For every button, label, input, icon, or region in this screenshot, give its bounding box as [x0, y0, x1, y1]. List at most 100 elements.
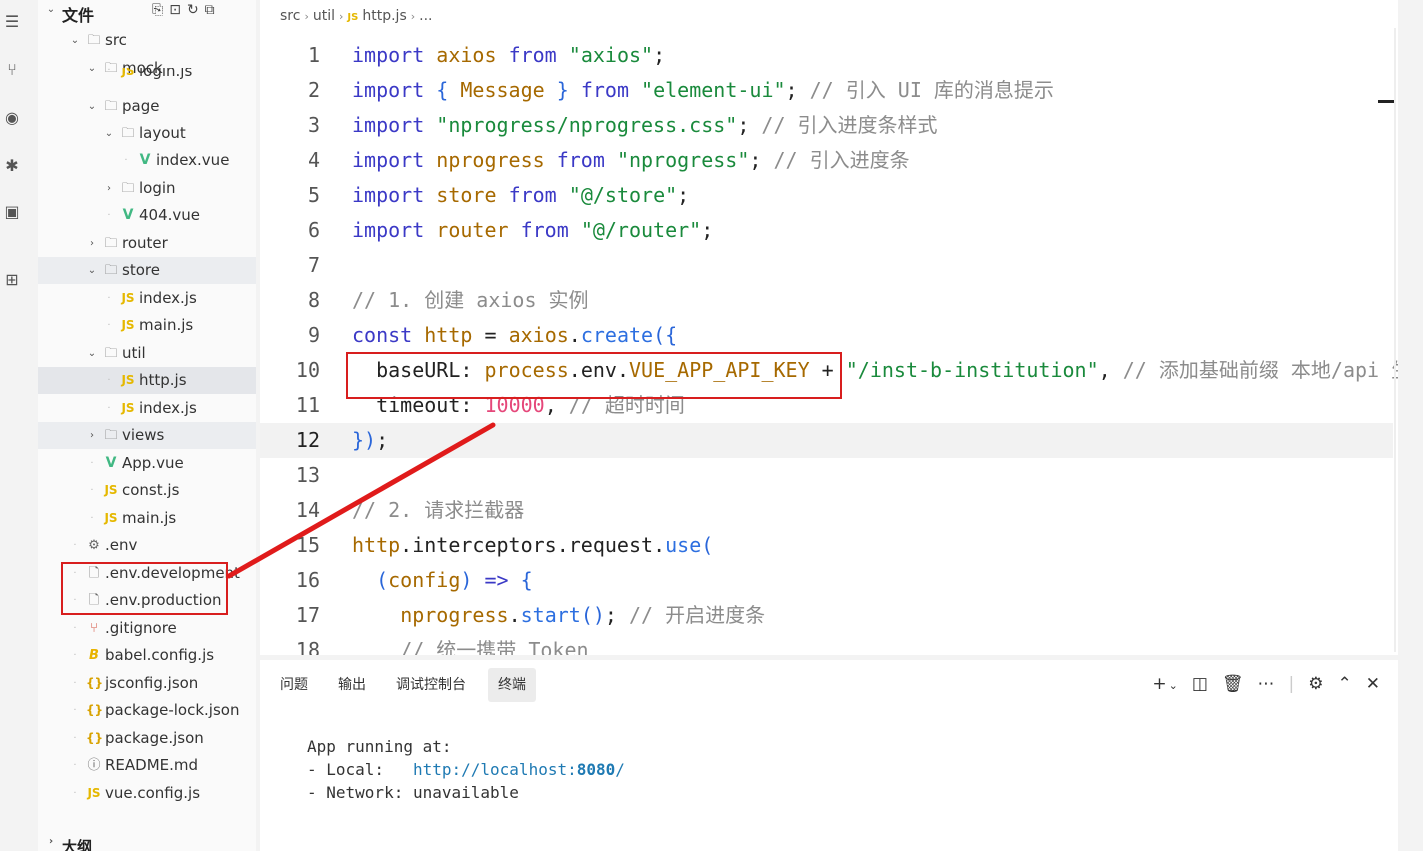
- terminal-network-value: unavailable: [412, 783, 519, 802]
- tree-item[interactable]: · Bbabel.config.js: [38, 642, 256, 669]
- tree-item[interactable]: ⌄ 🗀 util: [38, 340, 256, 367]
- more-icon[interactable]: ⋯: [1258, 674, 1275, 694]
- tree-item[interactable]: ⌄ 🗀 page: [38, 93, 256, 120]
- chevron-right-icon[interactable]: ›: [87, 422, 97, 449]
- tree-item[interactable]: › 🗀 router: [38, 230, 256, 257]
- chevron-down-icon[interactable]: ⌄: [87, 257, 97, 284]
- tree-item[interactable]: · JS index.js: [38, 285, 256, 312]
- tree-item[interactable]: · JS main.js: [38, 505, 256, 532]
- json-icon: {}: [86, 731, 104, 745]
- tree-item[interactable]: · JS vue.config.js: [38, 780, 256, 807]
- chevron-down-icon[interactable]: ⌄: [87, 93, 97, 120]
- split-icon[interactable]: ◫: [1192, 674, 1208, 694]
- trash-icon[interactable]: 🗑: [1222, 674, 1244, 694]
- breadcrumb-item[interactable]: util: [313, 8, 335, 24]
- indent-dot: ·: [90, 458, 94, 469]
- tree-item[interactable]: · JS const.js: [38, 477, 256, 504]
- tree-item[interactable]: · V 404.vue: [38, 202, 256, 229]
- new-file-icon[interactable]: ⎘: [152, 2, 169, 18]
- code-line[interactable]: 14 // 2. 请求拦截器: [260, 493, 1398, 528]
- code-line[interactable]: 12});: [260, 423, 1393, 458]
- folder-icon: 🗀: [87, 33, 101, 48]
- outline-section[interactable]: › 大纲: [38, 834, 256, 851]
- tree-item[interactable]: · ⓘ README.md: [38, 752, 256, 779]
- breadcrumb-item[interactable]: ...: [419, 8, 432, 24]
- code-line[interactable]: 4 import nprogress from "nprogress"; // 引…: [260, 143, 1398, 178]
- tree-item[interactable]: ⌄ 🗀 src: [38, 27, 256, 54]
- code-line[interactable]: 7: [260, 248, 1398, 283]
- collapse-icon[interactable]: ⧉: [205, 2, 221, 18]
- new-folder-icon[interactable]: ⊡: [169, 2, 187, 18]
- tab-output[interactable]: 输出: [328, 668, 376, 702]
- code-line[interactable]: 6 import router from "@/router";: [260, 213, 1398, 248]
- folder-icon: 🗀: [104, 346, 118, 361]
- tree-item[interactable]: · JS login.js: [38, 68, 256, 82]
- editor-scrollbar[interactable]: [1394, 28, 1396, 652]
- code-line[interactable]: 16 (config) => {: [260, 563, 1398, 598]
- tab-problems[interactable]: 问题: [270, 668, 318, 702]
- code-line[interactable]: 2 import { Message } from "element-ui"; /…: [260, 73, 1398, 108]
- settings-icon[interactable]: ⚙: [1308, 674, 1323, 694]
- line-number: 6: [307, 218, 320, 242]
- breadcrumb-item[interactable]: src: [280, 8, 300, 24]
- tree-item-label: src: [105, 31, 127, 49]
- maximize-icon[interactable]: ⌃: [1338, 674, 1352, 694]
- code-line[interactable]: 15 http.interceptors.request.use(: [260, 528, 1398, 563]
- terminal-output[interactable]: App running at: - Local: http://localhos…: [307, 735, 625, 804]
- line-number: 13: [295, 463, 320, 487]
- code-line[interactable]: 5 import store from "@/store";: [260, 178, 1398, 213]
- tree-item[interactable]: · ⚙ .env: [38, 532, 256, 559]
- code-line[interactable]: 3 import "nprogress/nprogress.css"; // 引入…: [260, 108, 1398, 143]
- close-icon[interactable]: ✕: [1366, 674, 1380, 694]
- search-list-icon[interactable]: ☰: [0, 10, 24, 34]
- code-line[interactable]: 13: [260, 458, 1398, 493]
- tab-terminal[interactable]: 终端: [488, 668, 536, 702]
- tree-item[interactable]: · {} jsconfig.json: [38, 670, 256, 697]
- chevron-right-icon[interactable]: ›: [87, 230, 97, 257]
- line-number: 16: [295, 568, 320, 592]
- refresh-icon[interactable]: ↻: [187, 2, 205, 18]
- terminal-network-label: - Network:: [307, 783, 413, 802]
- code-line[interactable]: 18 // 统一携带 Token: [260, 633, 1398, 655]
- terminal-local-url[interactable]: http://localhost:: [413, 760, 577, 779]
- tree-item[interactable]: › 🗀 views: [38, 422, 256, 449]
- chevron-down-icon[interactable]: ⌄: [87, 340, 97, 367]
- tree-item[interactable]: ⌄ 🗀 layout: [38, 120, 256, 147]
- code-line[interactable]: 1 import axios from "axios";: [260, 38, 1398, 73]
- code-editor[interactable]: src › util › JS http.js ›... 1 import axios fro…: [260, 0, 1398, 655]
- tab-debug-console[interactable]: 调试控制台: [386, 668, 476, 702]
- terminal-local-slash[interactable]: /: [615, 760, 625, 779]
- chevron-down-icon[interactable]: ⌄: [1169, 679, 1178, 692]
- code-line[interactable]: 8 // 1. 创建 axios 实例: [260, 283, 1398, 318]
- remote-screen-icon[interactable]: ▣: [0, 200, 24, 224]
- code-line[interactable]: 17 nprogress.start(); // 开启进度条: [260, 598, 1398, 633]
- chevron-down-icon[interactable]: ⌄: [70, 27, 80, 54]
- line-number: 5: [307, 183, 320, 207]
- indent-dot: ·: [73, 623, 77, 634]
- breadcrumb-item[interactable]: http.js: [362, 8, 406, 24]
- debug-eye-icon[interactable]: ◉: [0, 106, 24, 130]
- line-number: 10: [295, 358, 320, 382]
- tree-item[interactable]: · JS index.js: [38, 395, 256, 422]
- tree-item[interactable]: · Vindex.vue: [38, 147, 256, 174]
- tree-item[interactable]: › 🗀 login: [38, 175, 256, 202]
- chevron-down-icon[interactable]: ⌄: [46, 4, 56, 15]
- plus-icon[interactable]: +: [1152, 674, 1166, 694]
- source-control-icon[interactable]: ⑂: [0, 58, 24, 82]
- tree-item[interactable]: · ⑂ .gitignore: [38, 615, 256, 642]
- breadcrumb: src › util › JS http.js ›...: [260, 0, 433, 32]
- tree-item[interactable]: · {} package.json: [38, 725, 256, 752]
- tree-item[interactable]: · JS main.js: [38, 312, 256, 339]
- tree-item[interactable]: ⌄ 🗀 store: [38, 257, 256, 284]
- explorer-toolbar[interactable]: ⎘⊡↻⧉: [152, 2, 221, 18]
- bug-icon[interactable]: ✱: [0, 154, 24, 178]
- tree-item[interactable]: · JS http.js: [38, 367, 256, 394]
- code-line[interactable]: 9 const http = axios.create({: [260, 318, 1398, 353]
- line-number: 8: [307, 288, 320, 312]
- tree-item[interactable]: · V App.vue: [38, 450, 256, 477]
- extensions-grid-icon[interactable]: ⊞: [0, 268, 24, 292]
- chevron-right-icon[interactable]: ›: [104, 175, 114, 202]
- terminal-local-port[interactable]: 8080: [577, 760, 616, 779]
- tree-item[interactable]: · {} package-lock.json: [38, 697, 256, 724]
- chevron-down-icon[interactable]: ⌄: [104, 120, 114, 147]
